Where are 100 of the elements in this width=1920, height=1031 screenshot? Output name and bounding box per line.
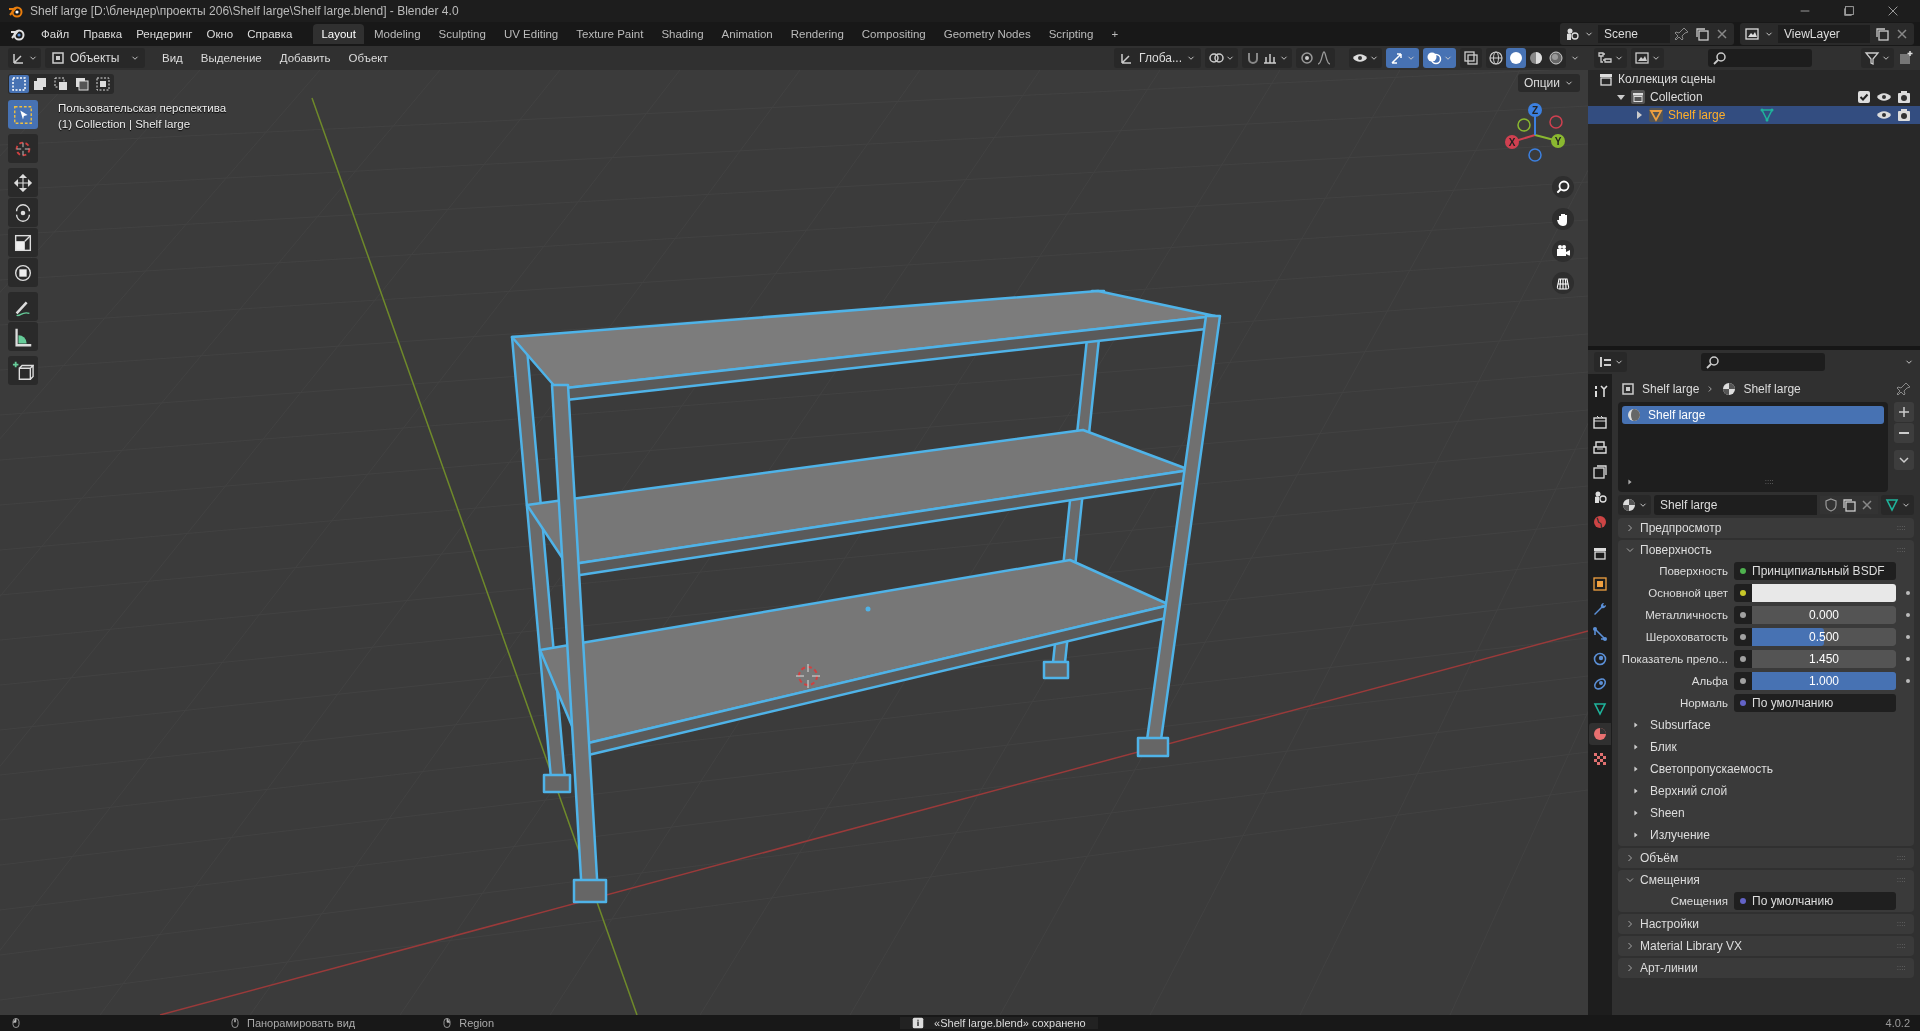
slider-field[interactable]: 0.000 bbox=[1752, 606, 1896, 624]
keyframe-dot[interactable] bbox=[1906, 613, 1910, 617]
view-layer-button[interactable] bbox=[1631, 48, 1664, 68]
panel-header[interactable]: Настройки bbox=[1618, 914, 1914, 934]
scene-selector[interactable]: Scene bbox=[1560, 23, 1734, 45]
solid-sphere-shading-button[interactable] bbox=[1506, 48, 1526, 68]
gizmo-toggle[interactable] bbox=[1386, 48, 1419, 68]
subpanel-header[interactable]: Sheen bbox=[1618, 802, 1914, 824]
new-collection-icon[interactable] bbox=[1898, 50, 1914, 66]
keyframe-dot[interactable] bbox=[1906, 591, 1910, 595]
menu-item[interactable]: Файл bbox=[34, 25, 77, 43]
workspace-tab[interactable]: UV Editing bbox=[495, 24, 567, 44]
shelf-drawing[interactable] bbox=[510, 289, 1222, 904]
keyframe-dot[interactable] bbox=[1906, 657, 1910, 661]
workspace-tab[interactable]: Modeling bbox=[365, 24, 429, 44]
eye-toggle[interactable] bbox=[1349, 48, 1382, 68]
socket-dot[interactable] bbox=[1740, 590, 1746, 596]
subpanel-header[interactable]: Subsurface bbox=[1618, 714, 1914, 736]
menu-item[interactable]: Объект bbox=[341, 49, 395, 67]
editor-type-button[interactable] bbox=[8, 48, 41, 68]
overlay-toggle[interactable] bbox=[1423, 48, 1456, 68]
proportional-edit-button[interactable] bbox=[1296, 48, 1335, 68]
add-slot-button[interactable] bbox=[1894, 402, 1914, 422]
browse-material-button[interactable] bbox=[1618, 495, 1651, 515]
socket-dot[interactable] bbox=[1740, 634, 1746, 640]
workspace-tab[interactable]: Scripting bbox=[1040, 24, 1102, 44]
socket-dot[interactable] bbox=[1740, 678, 1746, 684]
panel-header[interactable]: Смещения bbox=[1618, 870, 1914, 890]
socket-dot[interactable] bbox=[1740, 568, 1746, 574]
workspace-tab[interactable]: Geometry Nodes bbox=[935, 24, 1039, 44]
panel-header[interactable]: Арт-линии bbox=[1618, 958, 1914, 978]
camera-icon[interactable] bbox=[1896, 89, 1912, 105]
display-mode-button[interactable] bbox=[1594, 48, 1627, 68]
add-cube-tool[interactable] bbox=[8, 356, 38, 385]
workspace-tab[interactable]: Shading bbox=[653, 24, 712, 44]
menu-item[interactable]: Вид bbox=[155, 49, 190, 67]
menu-item[interactable]: Выделение bbox=[193, 49, 269, 67]
pivot-button[interactable] bbox=[1205, 48, 1238, 68]
search-field[interactable] bbox=[1708, 49, 1812, 67]
select-mode-button[interactable] bbox=[93, 75, 113, 93]
xray-toggle[interactable] bbox=[1460, 48, 1482, 68]
menu-item[interactable]: Правка bbox=[76, 25, 130, 43]
orientation-dropdown[interactable]: Глоба... bbox=[1114, 48, 1201, 68]
menu-item[interactable]: Справка bbox=[240, 25, 300, 43]
slot-menu-button[interactable] bbox=[1894, 450, 1914, 470]
outliner-row[interactable]: Shelf large bbox=[1588, 106, 1920, 124]
select-box-tool[interactable] bbox=[8, 100, 38, 129]
transform-tool[interactable] bbox=[8, 258, 38, 287]
panel-header[interactable]: Объём bbox=[1618, 848, 1914, 868]
zoom-icon[interactable] bbox=[1552, 176, 1574, 198]
expand-arrow[interactable] bbox=[1634, 110, 1644, 120]
checkbox[interactable] bbox=[1856, 89, 1872, 105]
slider-field[interactable]: 1.000 bbox=[1752, 672, 1896, 690]
workspace-tab[interactable]: Texture Paint bbox=[568, 24, 652, 44]
panel-header[interactable]: Предпросмотр bbox=[1618, 518, 1914, 538]
copy-icon[interactable] bbox=[1874, 26, 1890, 42]
subpanel-header[interactable]: Блик bbox=[1618, 736, 1914, 758]
camera-icon[interactable] bbox=[1552, 240, 1574, 262]
slider-field[interactable]: 0.500 bbox=[1752, 628, 1896, 646]
search-field[interactable] bbox=[1701, 353, 1825, 371]
editor-type-button[interactable] bbox=[1594, 352, 1627, 372]
rendered-sphere-shading-button[interactable] bbox=[1546, 48, 1566, 68]
workspace-tab[interactable]: Compositing bbox=[853, 24, 934, 44]
socket-dot[interactable] bbox=[1740, 656, 1746, 662]
subpanel-header[interactable]: Излучение bbox=[1618, 824, 1914, 846]
hand-icon[interactable] bbox=[1552, 208, 1574, 230]
copy-icon[interactable] bbox=[1694, 26, 1710, 42]
pin-icon[interactable] bbox=[1674, 26, 1690, 42]
scale-tool[interactable] bbox=[8, 228, 38, 257]
options-dropdown[interactable]: Опции bbox=[1517, 74, 1580, 92]
socket-dot[interactable] bbox=[1740, 612, 1746, 618]
workspace-tab[interactable]: Layout bbox=[313, 24, 364, 44]
keyframe-dot[interactable] bbox=[1906, 635, 1910, 639]
rotate-tool[interactable] bbox=[8, 198, 38, 227]
snap-button[interactable] bbox=[1242, 48, 1292, 68]
workspace-tab[interactable]: Animation bbox=[713, 24, 781, 44]
add-workspace-button[interactable]: + bbox=[1103, 24, 1127, 44]
menu-item[interactable]: Рендеринг bbox=[129, 25, 200, 43]
workspace-tab[interactable]: Sculpting bbox=[430, 24, 494, 44]
view-layer-selector[interactable]: ViewLayer bbox=[1740, 23, 1914, 45]
color-swatch[interactable] bbox=[1752, 584, 1896, 602]
restore-icon[interactable] bbox=[1842, 4, 1856, 18]
move-tool[interactable] bbox=[8, 168, 38, 197]
material-slot[interactable]: Shelf large bbox=[1622, 406, 1884, 424]
material-name-field[interactable]: Shelf large bbox=[1654, 495, 1817, 515]
keyframe-dot[interactable] bbox=[1906, 679, 1910, 683]
material-tab[interactable] bbox=[1589, 723, 1611, 745]
socket-dot[interactable] bbox=[1740, 700, 1746, 706]
subpanel-header[interactable]: Светопропускаемость bbox=[1618, 758, 1914, 780]
outliner-row[interactable]: Collection bbox=[1588, 88, 1920, 106]
cursor-tool[interactable] bbox=[8, 134, 38, 163]
socket-dot[interactable] bbox=[1740, 898, 1746, 904]
link-button[interactable] bbox=[1881, 495, 1914, 515]
menu-item[interactable]: Окно bbox=[199, 25, 241, 43]
close-icon[interactable] bbox=[1886, 4, 1900, 18]
mode-dropdown[interactable]: Объекты bbox=[45, 48, 145, 68]
copy-icon[interactable] bbox=[1841, 497, 1857, 513]
pencil-tool[interactable] bbox=[8, 292, 38, 321]
fake-user-icon[interactable] bbox=[1823, 497, 1839, 513]
outliner-row[interactable]: Коллекция сцены bbox=[1588, 70, 1920, 88]
